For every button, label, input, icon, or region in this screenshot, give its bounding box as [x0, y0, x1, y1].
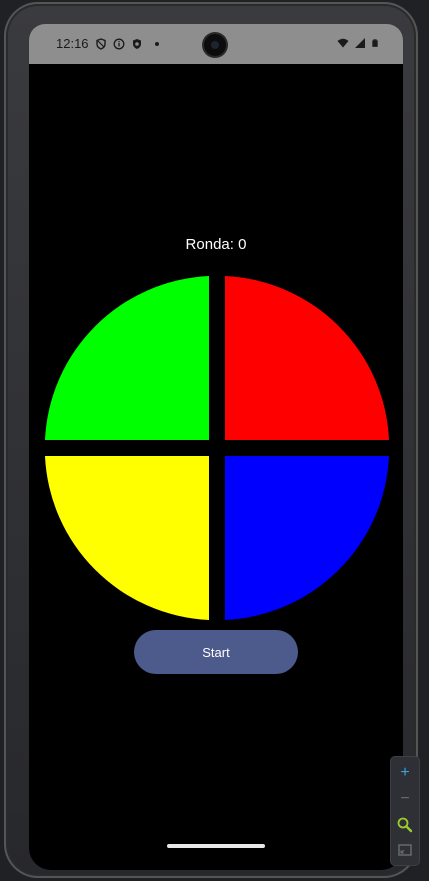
info-icon: [113, 38, 124, 49]
battery-icon: [372, 39, 378, 47]
home-indicator[interactable]: [167, 844, 265, 848]
status-time: 12:16: [56, 36, 89, 51]
start-button[interactable]: Start: [134, 630, 298, 674]
status-right: [337, 37, 379, 49]
front-camera: [204, 34, 226, 56]
status-bar: 12:16: [29, 24, 403, 64]
dot-icon: [154, 41, 159, 46]
shield-check-icon: [132, 38, 141, 49]
emulator-zoom-panel: + −: [391, 757, 419, 865]
quadrant-green[interactable]: [45, 276, 209, 440]
wifi-icon: [337, 38, 349, 48]
device-frame: 12:16 Ronda: 0 Start: [4, 2, 418, 878]
status-left: 12:16: [56, 36, 159, 51]
simon-board: [45, 276, 389, 620]
signal-icon: [355, 38, 365, 48]
quadrant-blue[interactable]: [225, 456, 389, 620]
quadrant-yellow[interactable]: [45, 456, 209, 620]
quadrant-red[interactable]: [225, 276, 389, 440]
magnifier-icon[interactable]: [395, 815, 415, 835]
zoom-out-icon[interactable]: −: [395, 789, 415, 809]
fit-screen-icon[interactable]: [395, 840, 415, 860]
device-screen: 12:16 Ronda: 0 Start: [29, 24, 403, 870]
round-counter: Ronda: 0: [185, 236, 247, 253]
zoom-in-icon[interactable]: +: [395, 763, 415, 783]
shield-icon: [95, 37, 106, 50]
